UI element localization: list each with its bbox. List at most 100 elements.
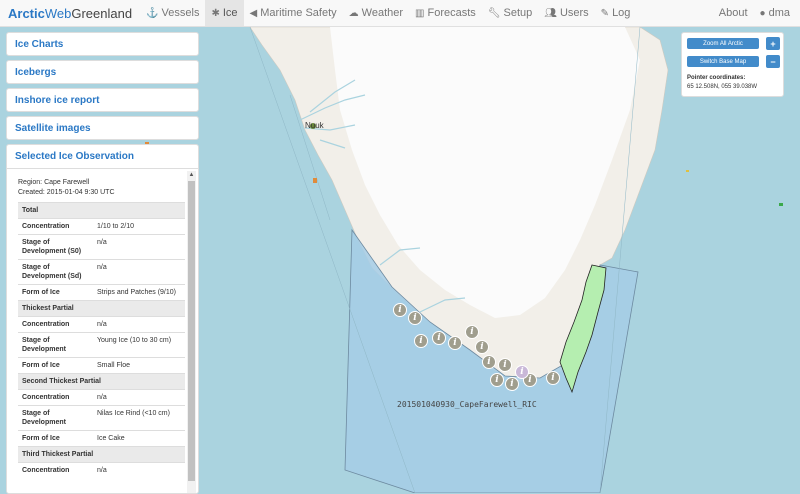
accordion-ice-charts[interactable]: Ice Charts — [6, 32, 199, 56]
observation-info-icon[interactable]: i — [505, 377, 519, 391]
row-value: n/a — [93, 462, 185, 478]
accordion-satellite-images[interactable]: Satellite images — [6, 116, 199, 140]
observation-info-icon[interactable]: i — [490, 373, 504, 387]
nav-label: Forecasts — [427, 7, 476, 19]
section-heading: Thickest Partial — [18, 300, 185, 317]
row-value: 1/10 to 2/10 — [93, 218, 185, 235]
nav-label: Log — [612, 7, 631, 19]
switch-base-map-button[interactable]: Switch Base Map — [687, 56, 759, 67]
scroll-thumb[interactable] — [188, 181, 195, 481]
observation-info-icon[interactable]: i — [515, 365, 529, 379]
observation-section-row: Third Thickest Partial — [18, 446, 185, 463]
brand-part-web: Web — [44, 5, 72, 21]
observation-info-icon[interactable]: i — [546, 371, 560, 385]
nav-users[interactable]: 👥︎ Users — [538, 0, 594, 26]
observation-info-icon[interactable]: i — [393, 303, 407, 317]
row-label: Form of Ice — [18, 430, 93, 447]
row-label: Stage of Development — [18, 405, 93, 431]
observation-row: Stage of Development (Sd) n/a — [18, 259, 185, 285]
selected-observation-panel: Selected Ice Observation Region: Cape Fa… — [6, 144, 199, 494]
observation-info-icon[interactable]: i — [482, 355, 496, 369]
users-icon: 👥︎ — [544, 7, 557, 19]
vessel-marker — [779, 203, 783, 206]
section-heading: Second Thickest Partial — [18, 373, 185, 390]
row-value: Ice Cake — [93, 430, 185, 447]
nav-label: Setup — [503, 7, 533, 19]
row-label: Concentration — [18, 316, 93, 333]
accordion-inshore-ice-report[interactable]: Inshore ice report — [6, 88, 199, 112]
observation-info-icon[interactable]: i — [498, 358, 512, 372]
observation-info-icon[interactable]: i — [448, 336, 462, 350]
brand-part-greenland: Greenland — [71, 5, 133, 21]
bar-chart-icon: ▥ — [415, 7, 425, 19]
row-value: Nilas Ice Rind (<10 cm) — [93, 405, 185, 431]
observation-info-icon[interactable]: i — [414, 334, 428, 348]
observation-info-icon[interactable]: i — [475, 340, 489, 354]
nav-log[interactable]: ✎ Log — [595, 0, 637, 26]
observation-info-icon[interactable]: i — [408, 311, 422, 325]
nav-label: Vessels — [161, 7, 200, 19]
nav-weather[interactable]: ☁ Weather — [343, 0, 409, 26]
nav-label: About — [718, 7, 748, 19]
observation-row: Form of Ice Ice Cake — [18, 430, 185, 447]
nav-label: Weather — [361, 7, 404, 19]
nav-ice[interactable]: ✱ Ice — [205, 0, 244, 26]
observation-row: Concentration n/a — [18, 389, 185, 406]
row-value: n/a — [93, 234, 185, 260]
snowflake-icon: ✱ — [211, 7, 220, 19]
row-label: Form of Ice — [18, 284, 93, 301]
row-label: Stage of Development (Sd) — [18, 259, 93, 285]
row-value: n/a — [93, 316, 185, 333]
zoom-all-arctic-button[interactable]: Zoom All Arctic — [687, 38, 759, 49]
observation-row: Stage of Development Nilas Ice Rind (<10 … — [18, 405, 185, 431]
zoom-in-button[interactable]: + — [766, 37, 780, 50]
nav-label: Ice — [222, 7, 238, 19]
observation-row: Form of Ice Strips and Patches (9/10) — [18, 284, 185, 301]
nav-maritime-safety[interactable]: ◀ Maritime Safety — [244, 0, 343, 26]
observation-row: Form of Ice Small Floe — [18, 357, 185, 374]
app-brand[interactable]: Arctic Web Greenland — [0, 0, 140, 26]
nav-user-menu[interactable]: ● dma — [754, 0, 800, 26]
observation-row: Concentration n/a — [18, 316, 185, 333]
accordion-icebergs[interactable]: Icebergs — [6, 60, 199, 84]
row-value: Strips and Patches (9/10) — [93, 284, 185, 301]
nav-forecasts[interactable]: ▥ Forecasts — [409, 0, 482, 26]
user-icon: ● — [759, 7, 766, 19]
section-heading: Third Thickest Partial — [18, 446, 185, 463]
scroll-up-arrow-icon[interactable]: ▲ — [188, 171, 195, 179]
pointer-coordinates-label: Pointer coordinates: — [687, 75, 746, 81]
zoom-out-button[interactable]: − — [766, 55, 780, 68]
map-controls-panel: Zoom All Arctic + Switch Base Map − Poin… — [681, 32, 784, 97]
observation-info-icon[interactable]: i — [465, 325, 479, 339]
section-heading: Total — [18, 202, 185, 219]
observation-panel-title[interactable]: Selected Ice Observation — [7, 145, 198, 169]
observation-section-row: Total — [18, 202, 185, 219]
nav-label: Users — [559, 7, 589, 19]
vessel-marker — [686, 170, 689, 172]
observation-region: Region: Cape Farewell — [18, 179, 90, 186]
observation-info-icon[interactable]: i — [432, 331, 446, 345]
brand-part-arctic: Arctic — [8, 5, 45, 21]
row-value: Young Ice (10 to 30 cm) — [93, 332, 185, 358]
ice-polygon-label: 201501040930_CapeFarewell_RIC — [397, 400, 537, 409]
nav-setup[interactable]: 🔧︎ Setup — [482, 0, 538, 26]
nav-vessels[interactable]: ⚓ Vessels — [140, 0, 205, 26]
observation-created: Created: 2015-01-04 9:30 UTC — [18, 189, 115, 196]
observation-section-row: Thickest Partial — [18, 300, 185, 317]
nav-about[interactable]: About — [713, 0, 754, 26]
row-label: Stage of Development — [18, 332, 93, 358]
cloud-icon: ☁ — [348, 7, 359, 19]
row-label: Concentration — [18, 389, 93, 406]
row-label: Concentration — [18, 218, 93, 235]
observation-row: Stage of Development Young Ice (10 to 30 … — [18, 332, 185, 358]
row-label: Form of Ice — [18, 357, 93, 374]
observation-table: Total Concentration 1/10 to 2/10 Stage of D… — [18, 202, 185, 478]
vessel-marker — [313, 178, 317, 183]
nav-label: Maritime Safety — [260, 7, 337, 19]
observation-row: Concentration n/a — [18, 462, 185, 478]
observation-row: Concentration 1/10 to 2/10 — [18, 218, 185, 235]
observation-scrollbar[interactable]: ▲ — [187, 171, 196, 493]
city-label-nuuk: Nuuk — [305, 121, 324, 130]
megaphone-icon: ◀ — [249, 7, 258, 19]
top-navbar: Arctic Web Greenland ⚓ Vessels ✱ Ice ◀ Mariti… — [0, 0, 800, 27]
